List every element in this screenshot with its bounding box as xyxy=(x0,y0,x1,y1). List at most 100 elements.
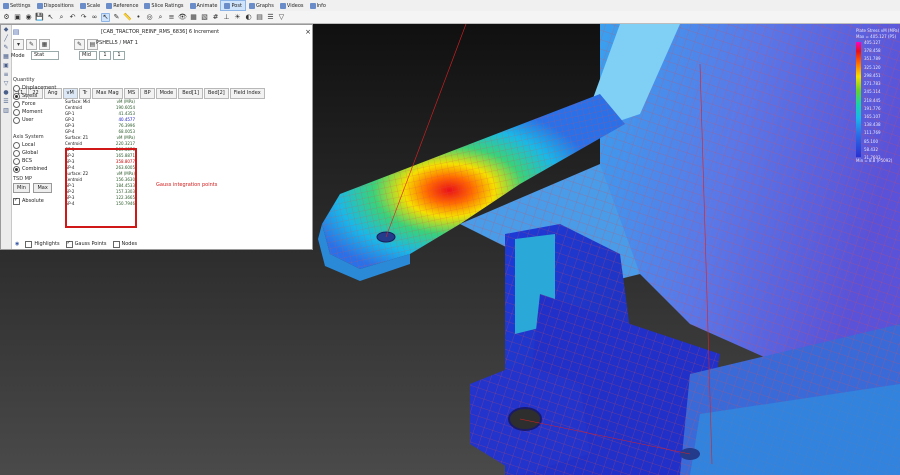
min-button[interactable]: Min xyxy=(13,183,30,193)
line-icon[interactable]: ╱ xyxy=(2,35,10,43)
radio-button[interactable] xyxy=(13,157,20,165)
filter-icon[interactable]: ▽ xyxy=(2,80,10,88)
checkbox[interactable] xyxy=(112,240,120,248)
radio-force[interactable]: Force xyxy=(13,100,63,108)
radio-button[interactable] xyxy=(13,116,20,124)
tab-field-index[interactable]: Field Index xyxy=(229,88,265,99)
mode-row: Mode Stat Mid 1 1 xyxy=(11,50,313,61)
grid-icon[interactable]: ▦ xyxy=(189,13,198,22)
menu-item-reference[interactable]: Reference xyxy=(103,0,141,11)
menu-item-videos[interactable]: Videos xyxy=(277,0,307,11)
axis-icon[interactable]: ⊥ xyxy=(222,13,231,22)
light-icon[interactable]: ☀ xyxy=(233,13,242,22)
legend-tick-label: 298.451 xyxy=(864,72,881,78)
color-icon[interactable]: ● xyxy=(2,89,10,97)
mode-select[interactable]: Stat xyxy=(31,51,59,60)
absolute-checkbox[interactable] xyxy=(13,197,20,205)
tab-mode[interactable]: Mode xyxy=(155,88,178,99)
settings-icon[interactable]: ⚙ xyxy=(2,13,11,22)
color-icon[interactable]: ◐ xyxy=(244,13,253,22)
filter-icon[interactable]: ▽ xyxy=(277,13,286,22)
radio-button[interactable] xyxy=(13,165,20,173)
edit-icon[interactable]: ✎ xyxy=(74,39,85,50)
layers-icon[interactable]: ≡ xyxy=(167,13,176,22)
cursor-icon[interactable]: ↖ xyxy=(101,12,110,22)
radio-stress[interactable]: Stress xyxy=(13,92,63,100)
menu-item-settings[interactable]: Settings xyxy=(0,0,34,11)
grid-icon[interactable]: ▦ xyxy=(39,39,50,50)
menu-item-graphs[interactable]: Graphs xyxy=(246,0,277,11)
checkbox[interactable] xyxy=(65,240,73,248)
checkbox-highlights[interactable]: Highlights xyxy=(25,240,60,248)
legend-tick-label: 405.127 xyxy=(864,40,881,45)
list-icon[interactable]: ☰ xyxy=(266,13,275,22)
eye-icon[interactable]: ◉ xyxy=(15,241,19,247)
chart-icon[interactable]: ▥ xyxy=(2,107,10,115)
radio-global[interactable]: Global xyxy=(13,149,63,157)
max-button[interactable]: Max xyxy=(33,183,52,193)
tab-max-mag[interactable]: Max Mag xyxy=(92,88,123,99)
radio-button[interactable] xyxy=(13,100,20,108)
target-icon[interactable]: ◎ xyxy=(145,13,154,22)
checkbox-nodes[interactable]: Nodes xyxy=(112,240,137,248)
radio-moment[interactable]: Moment xyxy=(13,108,63,116)
pen-icon[interactable]: ✎ xyxy=(2,44,10,52)
radio-button[interactable] xyxy=(13,92,20,100)
eye-icon[interactable]: 👁 xyxy=(178,13,187,22)
cube-icon[interactable]: ▣ xyxy=(13,13,22,22)
ruler-icon[interactable]: 📏 xyxy=(123,13,132,22)
radio-button[interactable] xyxy=(13,108,20,116)
radio-displacement[interactable]: Displacement xyxy=(13,84,63,92)
layers-icon[interactable]: ≡ xyxy=(2,71,10,79)
tab-tr[interactable]: Tr xyxy=(78,88,92,99)
select-icon[interactable]: ↖ xyxy=(46,13,55,22)
tab-bed-1-[interactable]: Bed[1] xyxy=(178,88,203,99)
node-icon[interactable]: • xyxy=(134,13,143,22)
menu-item-animate[interactable]: Animate xyxy=(187,0,221,11)
pin-icon[interactable]: ◆ xyxy=(2,26,10,34)
redo-icon[interactable]: ↷ xyxy=(79,13,88,22)
menu-item-scale[interactable]: Scale xyxy=(77,0,103,11)
radio-combined[interactable]: Combined xyxy=(13,165,63,173)
link-icon[interactable]: ∞ xyxy=(90,13,99,22)
panel-icon[interactable]: ▤ xyxy=(255,13,264,22)
fill-icon[interactable]: ▧ xyxy=(200,13,209,22)
mode-spin-1[interactable]: 1 xyxy=(99,51,111,60)
radio-button[interactable] xyxy=(13,141,20,149)
brush-icon[interactable]: ✎ xyxy=(26,39,37,50)
cube-icon[interactable]: ▣ xyxy=(2,62,10,70)
radio-button[interactable] xyxy=(13,149,20,157)
radio-local[interactable]: Local xyxy=(13,141,63,149)
tab-ms[interactable]: MS xyxy=(123,88,140,99)
undo-icon[interactable]: ↶ xyxy=(68,13,77,22)
tab-vm[interactable]: vM xyxy=(62,88,78,99)
radio-button[interactable] xyxy=(13,84,20,92)
list-icon[interactable]: ☰ xyxy=(2,98,10,106)
menu-item-dispositions[interactable]: Dispositions xyxy=(34,0,77,11)
menu-item-post[interactable]: Post xyxy=(220,0,246,11)
menu-item-info[interactable]: Info xyxy=(307,0,329,11)
radio-user[interactable]: User xyxy=(13,116,63,124)
pen-icon[interactable]: ✎ xyxy=(112,13,121,22)
property-label: PSHELL5 / MAT 1 xyxy=(96,40,138,46)
mesh-icon[interactable]: # xyxy=(211,13,220,22)
close-icon[interactable]: × xyxy=(303,28,313,36)
dropdown-icon[interactable]: ▾ xyxy=(13,39,24,50)
legend-tick-label: 138.438 xyxy=(864,122,881,128)
grid-icon[interactable]: ▦ xyxy=(2,53,10,61)
menu-item-icon xyxy=(189,2,196,9)
mode-spin-2[interactable]: 1 xyxy=(113,51,125,60)
absolute-checkbox-row[interactable]: Absolute xyxy=(13,197,63,205)
camera-icon[interactable]: ◉ xyxy=(24,13,33,22)
menu-item-label: Videos xyxy=(286,2,304,9)
save-icon[interactable]: 💾 xyxy=(35,13,44,22)
tab-bed-2-[interactable]: Bed[2] xyxy=(204,88,229,99)
checkbox[interactable] xyxy=(25,240,33,248)
zoom-icon[interactable]: ⌕ xyxy=(57,13,66,22)
radio-bcs[interactable]: BCS xyxy=(13,157,63,165)
tab-bp[interactable]: BP xyxy=(140,88,155,99)
menu-item-slice-ratings[interactable]: Slice Ratings xyxy=(141,0,186,11)
surface-select[interactable]: Mid xyxy=(79,51,97,60)
search-icon[interactable]: ⌕ xyxy=(156,13,165,22)
checkbox-gauss-points[interactable]: Gauss Points xyxy=(65,240,107,248)
